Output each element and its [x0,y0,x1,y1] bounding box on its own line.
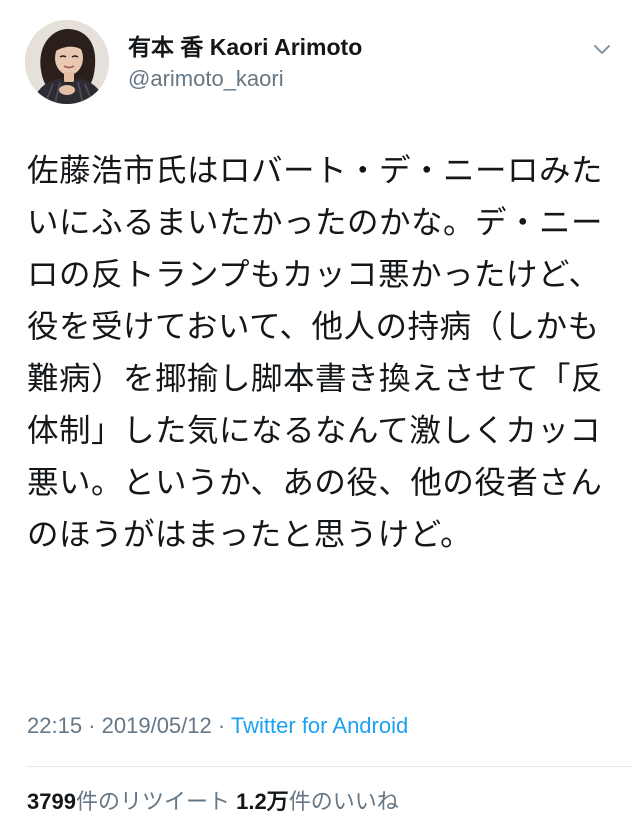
retweets-stat[interactable]: 3799件のリツイート [27,789,230,814]
user-handle[interactable]: @arimoto_kaori [128,64,362,94]
chevron-down-icon [594,45,610,54]
tweet-menu-button[interactable] [588,38,616,62]
tweet-stats: 3799件のリツイート 1.2万件のいいね [27,787,399,817]
likes-stat[interactable]: 1.2万件のいいね [236,789,399,814]
retweets-label: 件のリツイート [75,789,230,814]
retweets-count: 3799 [27,789,76,814]
likes-label: 件のいいね [288,789,399,814]
meta-separator: · [88,713,96,738]
tweet-time: 22:15 [27,713,83,738]
tweet-meta: 22:15 · 2019/05/12 · Twitter for Android [27,709,408,743]
user-names: 有本 香 Kaori Arimoto @arimoto_kaori [128,32,362,94]
tweet-text: 佐藤浩市氏はロバート・デ・ニーロみたいにふるまいたかったのかな。デ・ニーロの反ト… [27,153,604,553]
divider [27,766,633,767]
avatar-image [25,20,109,104]
likes-count: 1.2万 [236,789,289,814]
tweet-source-link[interactable]: Twitter for Android [231,713,408,738]
tweet-header: 有本 香 Kaori Arimoto @arimoto_kaori [0,0,633,120]
meta-separator: · [217,713,226,738]
display-name[interactable]: 有本 香 Kaori Arimoto [128,32,362,62]
tweet-date[interactable]: 2019/05/12 [102,713,212,738]
avatar[interactable] [25,20,109,104]
